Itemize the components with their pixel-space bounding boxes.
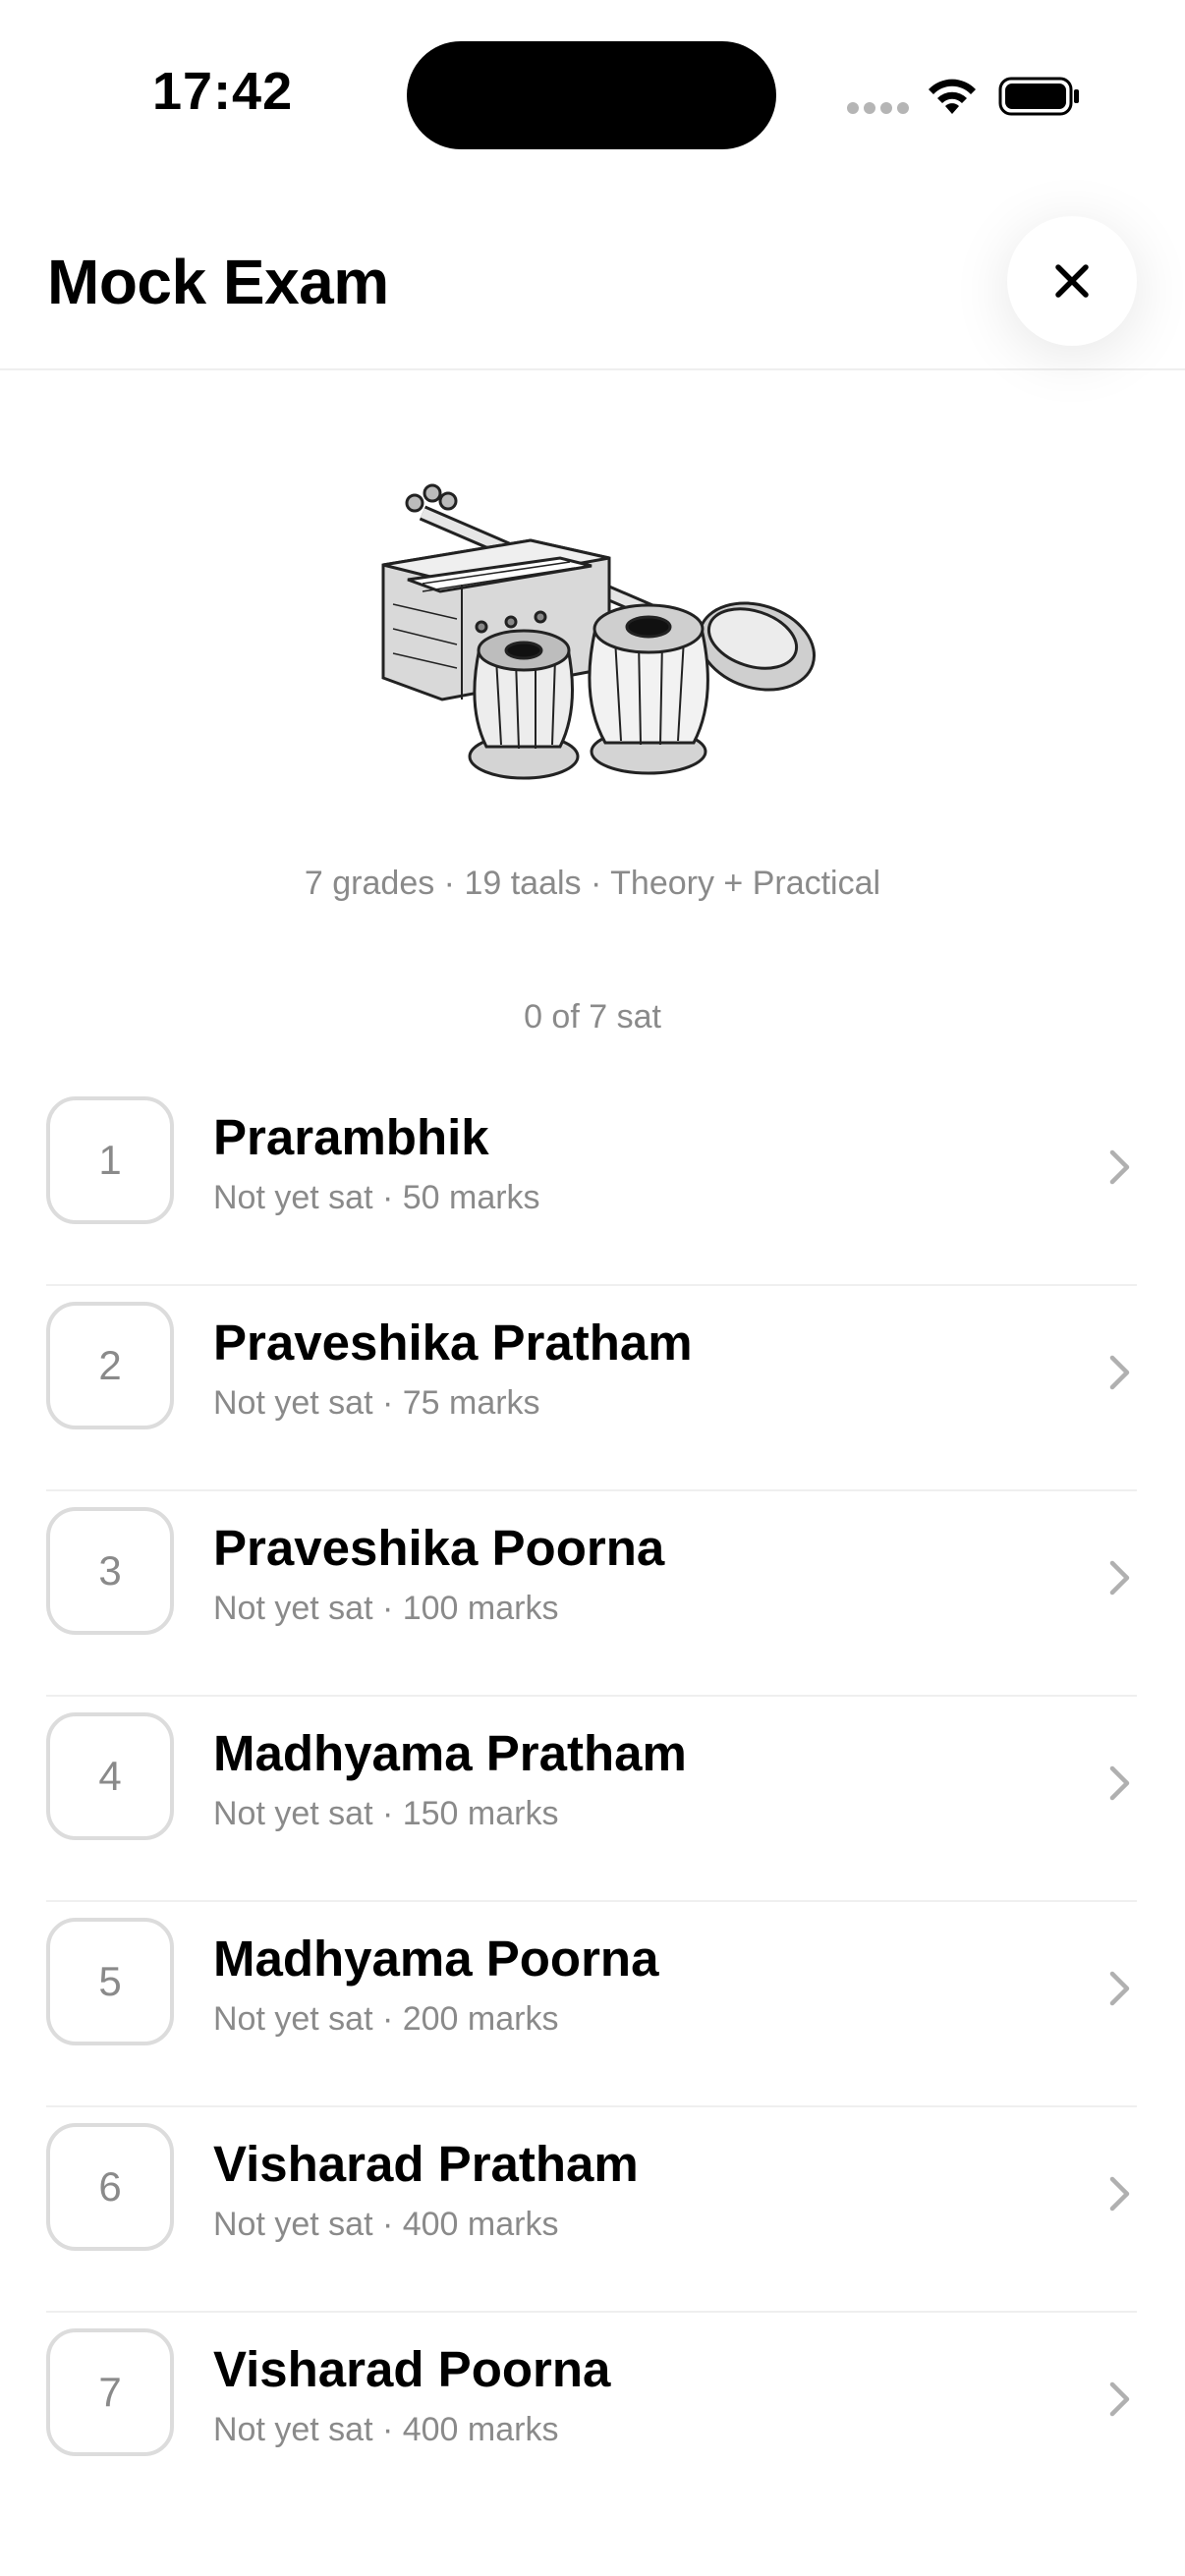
grades-list: 1 Prarambhik Not yet sat · 50 marks 2 Pr…: [46, 1081, 1137, 2516]
grade-row[interactable]: 1 Prarambhik Not yet sat · 50 marks: [46, 1081, 1137, 1286]
chevron-right-icon: [1109, 1355, 1130, 1390]
grade-row[interactable]: 5 Madhyama Poorna Not yet sat · 200 mark…: [46, 1902, 1137, 2107]
indian-instruments-illustration: [381, 483, 817, 780]
grade-title: Madhyama Poorna: [213, 1931, 659, 1987]
exam-summary: 7 grades · 19 taals · Theory + Practical: [304, 865, 881, 902]
header: Mock Exam: [0, 177, 1185, 370]
grade-row[interactable]: 6 Visharad Pratham Not yet sat · 400 mar…: [46, 2107, 1137, 2313]
battery-icon: [998, 77, 1079, 116]
chevron-right-icon: [1109, 2381, 1130, 2417]
grade-row[interactable]: 7 Visharad Poorna Not yet sat · 400 mark…: [46, 2313, 1137, 2516]
close-button[interactable]: [1007, 216, 1137, 346]
grade-title: Praveshika Poorna: [213, 1520, 665, 1576]
grade-subtitle: Not yet sat · 100 marks: [213, 1590, 559, 1627]
grade-subtitle: Not yet sat · 150 marks: [213, 1795, 559, 1832]
page-title: Mock Exam: [47, 247, 389, 317]
grade-number: 1: [46, 1096, 174, 1224]
grade-number: 5: [46, 1918, 174, 2045]
grade-subtitle: Not yet sat · 75 marks: [213, 1384, 540, 1422]
grade-row[interactable]: 4 Madhyama Pratham Not yet sat · 150 mar…: [46, 1697, 1137, 1902]
grade-number: 7: [46, 2328, 174, 2456]
grade-title: Prarambhik: [213, 1109, 489, 1165]
grade-title: Visharad Poorna: [213, 2341, 611, 2397]
chevron-right-icon: [1109, 1765, 1130, 1801]
chevron-right-icon: [1109, 1149, 1130, 1185]
grade-number: 6: [46, 2123, 174, 2251]
status-bar: 17:42: [0, 0, 1185, 177]
grade-number: 2: [46, 1302, 174, 1429]
chevron-right-icon: [1109, 1560, 1130, 1596]
grade-subtitle: Not yet sat · 400 marks: [213, 2206, 559, 2243]
grade-title: Visharad Pratham: [213, 2136, 639, 2192]
grade-subtitle: Not yet sat · 200 marks: [213, 2000, 559, 2038]
cellular-signal-icon: [847, 102, 909, 116]
close-icon: [1055, 264, 1089, 298]
grade-row[interactable]: 2 Praveshika Pratham Not yet sat · 75 ma…: [46, 1286, 1137, 1491]
grade-title: Madhyama Pratham: [213, 1725, 687, 1781]
grade-subtitle: Not yet sat · 400 marks: [213, 2411, 559, 2448]
grade-number: 3: [46, 1507, 174, 1635]
wifi-icon: [929, 79, 976, 114]
grade-title: Praveshika Pratham: [213, 1315, 693, 1371]
grade-subtitle: Not yet sat · 50 marks: [213, 1179, 540, 1216]
status-time: 17:42: [152, 62, 294, 121]
progress-text: 0 of 7 sat: [524, 998, 661, 1036]
dynamic-island: [407, 41, 776, 149]
grade-row[interactable]: 3 Praveshika Poorna Not yet sat · 100 ma…: [46, 1491, 1137, 1697]
grade-number: 4: [46, 1712, 174, 1840]
chevron-right-icon: [1109, 2176, 1130, 2212]
chevron-right-icon: [1109, 1971, 1130, 2006]
